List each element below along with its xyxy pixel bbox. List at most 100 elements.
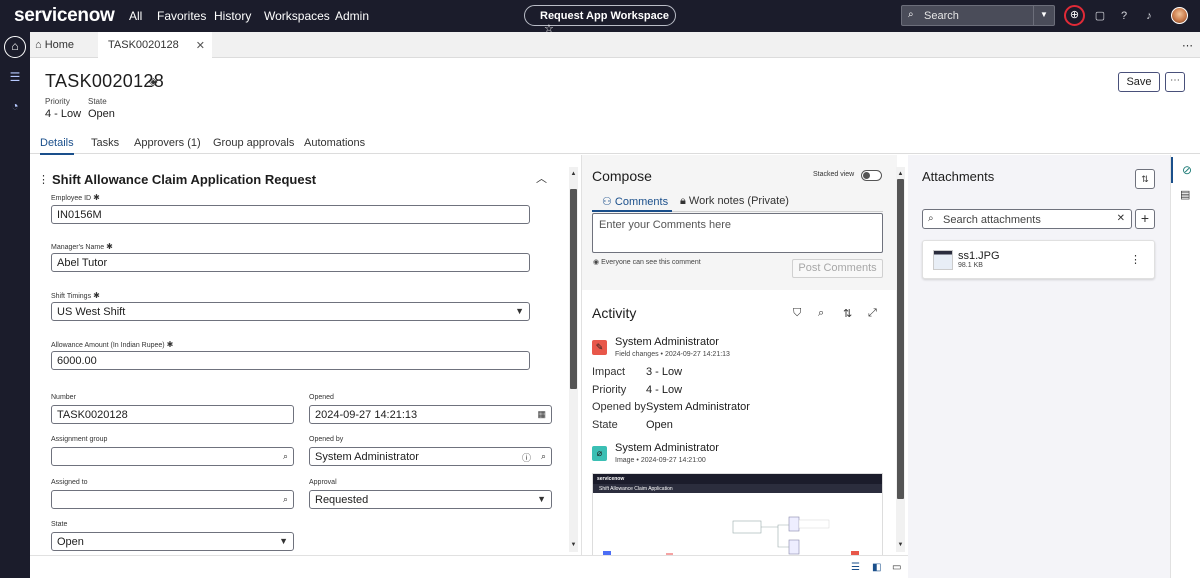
tab-automations[interactable]: Automations <box>304 137 365 149</box>
activity-field-key: Impact <box>592 366 626 378</box>
sort-button[interactable]: ⇅ <box>1135 169 1155 189</box>
allowance-field[interactable]: 6000.00 <box>51 351 530 370</box>
employee-id-field[interactable]: IN0156M <box>51 205 530 224</box>
info-icon[interactable]: ⓘ <box>522 451 531 464</box>
save-button[interactable]: Save <box>1118 72 1160 92</box>
scroll-up-icon[interactable]: ▲ <box>569 171 578 177</box>
clear-icon[interactable]: ✕ <box>1117 213 1125 224</box>
nav-workspaces[interactable]: Workspaces <box>264 9 330 23</box>
split-view-icon[interactable]: ◧ <box>872 562 881 573</box>
tab-tasks[interactable]: Tasks <box>91 137 119 149</box>
activity-field-key: State <box>592 419 618 431</box>
tab-details[interactable]: Details <box>40 137 74 155</box>
dropdown-arrow-icon: ▼ <box>279 536 288 546</box>
nav-favorites[interactable]: Favorites <box>157 9 206 23</box>
form-scroll-thumb[interactable] <box>570 189 577 389</box>
attachment-item[interactable]: ss1.JPG 98.1 KB ⋮ <box>922 240 1155 279</box>
opened-by-field[interactable]: System Administrator ⓘ ⌕ <box>309 447 552 466</box>
assigned-to-field[interactable]: ⌕ <box>51 490 294 509</box>
list-icon[interactable]: ☰ <box>7 70 23 86</box>
globe-icon[interactable]: ⊕ <box>1064 5 1085 26</box>
manager-label: Manager's Name ✱ <box>51 242 113 251</box>
attachment-size: 98.1 KB <box>958 262 983 269</box>
form-scrollbar[interactable]: ▲ ▼ <box>569 167 578 552</box>
assignment-group-field[interactable]: ⌕ <box>51 447 294 466</box>
search-scope-dropdown[interactable]: ▼ <box>1033 6 1054 25</box>
close-icon[interactable]: ✕ <box>196 39 205 52</box>
opened-field[interactable]: 2024-09-27 14:21:13 ▦ <box>309 405 552 424</box>
search-icon[interactable]: ⌕ <box>283 451 288 462</box>
document-icon[interactable]: ▤ <box>1180 188 1190 201</box>
tag-icon[interactable]: ◈ <box>149 75 157 88</box>
search-icon[interactable]: ⌕ <box>283 494 288 505</box>
scroll-down-icon[interactable]: ▼ <box>569 542 578 548</box>
state-select-value: Open <box>57 536 84 548</box>
global-search[interactable]: ⌕ Search ▼ <box>901 5 1055 26</box>
attachment-search-placeholder: Search attachments <box>943 214 1041 226</box>
search-icon[interactable]: ⌕ <box>818 307 824 320</box>
help-icon[interactable]: ? <box>1115 7 1133 25</box>
approval-select[interactable]: Requested ▼ <box>309 490 552 509</box>
top-navigation: servicenow All Favorites History Workspa… <box>0 0 1200 35</box>
activity-scrollbar[interactable]: ▲ ▼ <box>896 167 905 552</box>
people-icon: ⚇ <box>602 196 615 208</box>
state-field-label: State <box>51 521 68 528</box>
chevron-up-icon[interactable]: ︿ <box>536 170 547 186</box>
visibility-note: ◉ Everyone can see this comment <box>593 258 701 266</box>
workspace-pill[interactable]: Request App Workspace ☆ <box>524 5 676 35</box>
shift-label: Shift Timings ✱ <box>51 291 100 300</box>
activity-scroll-thumb[interactable] <box>897 179 904 499</box>
chat-icon[interactable]: ▢ <box>1091 7 1109 25</box>
preview-diagram <box>603 516 859 555</box>
state-label: State <box>88 97 107 106</box>
tab-comments[interactable]: ⚇ Comments <box>602 195 668 208</box>
employee-id-label: Employee ID ✱ <box>51 193 100 202</box>
list-view-icon[interactable]: ☰ <box>851 562 860 573</box>
user-avatar[interactable] <box>1171 7 1188 24</box>
tab-record[interactable]: TASK0020128 ✕ <box>98 32 212 58</box>
shift-select[interactable]: US West Shift ▼ <box>51 302 530 321</box>
tab-work-notes[interactable]: 🔒︎ Work notes (Private) <box>680 195 789 208</box>
post-comments-button[interactable]: Post Comments <box>792 259 883 278</box>
kebab-menu-icon[interactable]: ⋮ <box>1130 253 1141 266</box>
number-field[interactable]: TASK0020128 <box>51 405 294 424</box>
priority-label: Priority <box>45 97 70 106</box>
sort-icon[interactable]: ⇅ <box>843 307 852 320</box>
add-attachment-button[interactable]: + <box>1135 209 1155 229</box>
activity-author: System Administrator <box>615 336 719 348</box>
servicenow-logo[interactable]: servicenow <box>14 5 115 27</box>
manager-field[interactable]: Abel Tutor <box>51 253 530 272</box>
attachment-search-input[interactable]: ⌕ Search attachments ✕ <box>922 209 1132 229</box>
attachment-name: ss1.JPG <box>958 250 1000 262</box>
dropdown-arrow-icon: ▼ <box>537 494 546 504</box>
search-icon[interactable]: ⌕ <box>541 451 546 462</box>
nav-history[interactable]: History <box>214 9 251 23</box>
nav-admin[interactable]: Admin <box>335 9 369 23</box>
activity-meta: Field changes • 2024-09-27 14:21:13 <box>615 351 730 358</box>
filter-icon[interactable]: ⛉ <box>793 307 801 320</box>
comment-textarea[interactable]: Enter your Comments here <box>592 213 883 253</box>
side-rail: ⊘ ▤ <box>1170 155 1200 578</box>
search-icon: ⌕ <box>928 213 934 224</box>
home-icon[interactable]: ⌂ <box>4 36 26 58</box>
scroll-down-icon[interactable]: ▼ <box>896 542 905 548</box>
scroll-up-icon[interactable]: ▲ <box>896 171 905 177</box>
bell-icon[interactable]: ♪ <box>1140 7 1158 25</box>
state-value: Open <box>88 108 115 120</box>
calendar-icon[interactable]: ▦ <box>537 409 546 420</box>
tab-approvers[interactable]: Approvers (1) <box>134 137 201 149</box>
paperclip-icon[interactable]: ⊘ <box>1171 157 1200 183</box>
stacked-view-toggle[interactable] <box>861 170 882 181</box>
nav-all[interactable]: All <box>129 9 142 23</box>
tab-home[interactable]: ⌂ Home <box>30 32 98 58</box>
more-icon[interactable]: ⋯ <box>1182 39 1194 52</box>
expand-icon[interactable]: ⤢ <box>868 307 877 320</box>
compose-panel: Compose Stacked view ⚇ Comments 🔒︎ Work … <box>582 155 897 290</box>
image-preview[interactable]: servicenow Shift Allowance Claim Applica… <box>592 473 883 555</box>
more-actions-button[interactable]: ⋯ <box>1165 72 1185 92</box>
dashboard-icon[interactable]: ◔ <box>7 99 23 115</box>
single-view-icon[interactable]: ▭ <box>892 562 901 573</box>
state-select[interactable]: Open ▼ <box>51 532 294 551</box>
drag-handle-icon[interactable]: ⋮ <box>38 173 49 186</box>
tab-group-approvals[interactable]: Group approvals <box>213 137 294 149</box>
